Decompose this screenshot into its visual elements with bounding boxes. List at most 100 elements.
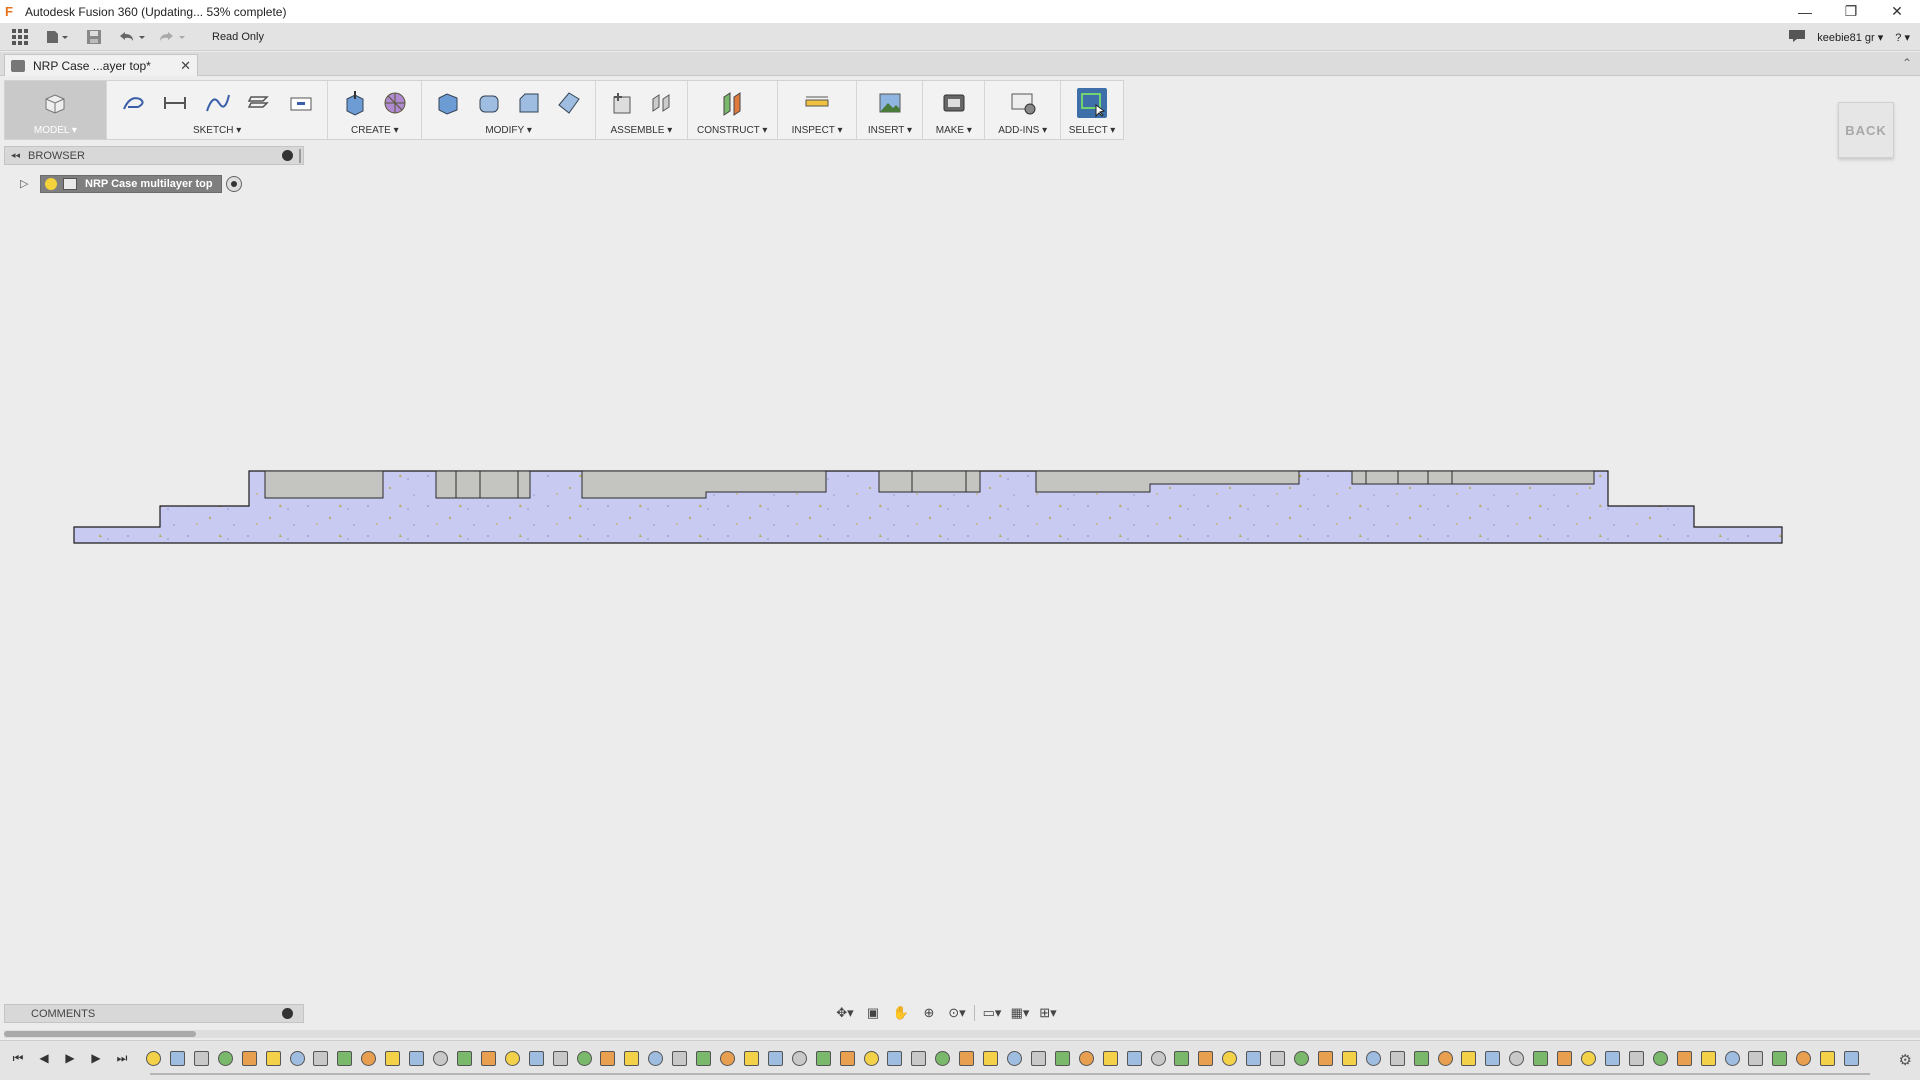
user-account-menu[interactable]: keebie81 gr ▾ bbox=[1817, 31, 1883, 44]
data-panel-grid-icon[interactable] bbox=[0, 23, 40, 51]
timeline-feature-icon[interactable] bbox=[911, 1051, 927, 1066]
timeline-feature-icon[interactable] bbox=[576, 1051, 592, 1066]
zoom-icon[interactable]: ⊕ bbox=[918, 1004, 940, 1022]
timeline-feature-icon[interactable] bbox=[696, 1051, 712, 1066]
timeline-feature-icon[interactable] bbox=[1509, 1051, 1525, 1066]
timeline-feature-icon[interactable] bbox=[1628, 1051, 1644, 1066]
press-pull-icon[interactable] bbox=[433, 88, 463, 118]
timeline-feature-icon[interactable] bbox=[1652, 1051, 1668, 1066]
timeline-feature-icon[interactable] bbox=[1365, 1051, 1381, 1066]
timeline-feature-icon[interactable] bbox=[983, 1051, 999, 1066]
timeline-feature-icon[interactable] bbox=[1030, 1051, 1046, 1066]
timeline-settings-gear-icon[interactable]: ⚙ bbox=[1899, 1051, 1912, 1069]
timeline-feature-icon[interactable] bbox=[1222, 1051, 1238, 1066]
sketch-menu-label[interactable]: SKETCH ▾ bbox=[107, 125, 328, 136]
line-icon[interactable] bbox=[160, 88, 190, 118]
timeline-feature-icon[interactable] bbox=[1174, 1051, 1190, 1066]
construct-menu-label[interactable]: CONSTRUCT ▾ bbox=[688, 125, 777, 136]
visibility-bulb-icon[interactable] bbox=[45, 178, 57, 190]
timeline-scrollbar[interactable] bbox=[4, 1030, 1920, 1038]
chamfer-icon[interactable] bbox=[514, 88, 544, 118]
timeline-feature-icon[interactable] bbox=[839, 1051, 855, 1066]
activate-component-radio[interactable] bbox=[225, 176, 242, 192]
timeline-feature-icon[interactable] bbox=[1054, 1051, 1070, 1066]
timeline-feature-icon[interactable] bbox=[887, 1051, 903, 1066]
scripts-icon[interactable] bbox=[1008, 88, 1038, 118]
step-forward-icon[interactable]: ▶ bbox=[86, 1049, 106, 1067]
go-to-start-icon[interactable]: ⏮ bbox=[8, 1049, 28, 1067]
timeline-feature-icon[interactable] bbox=[1533, 1051, 1549, 1066]
timeline-feature-icon[interactable] bbox=[791, 1051, 807, 1066]
timeline-feature-icon[interactable] bbox=[767, 1051, 783, 1066]
timeline-feature-icon[interactable] bbox=[1748, 1051, 1764, 1066]
timeline-feature-icon[interactable] bbox=[265, 1051, 281, 1066]
fillet-icon[interactable] bbox=[474, 88, 504, 118]
timeline-feature-icon[interactable] bbox=[1341, 1051, 1357, 1066]
timeline-feature-icon[interactable] bbox=[1557, 1051, 1573, 1066]
create-sketch-icon[interactable] bbox=[119, 88, 149, 118]
timeline-feature-icon[interactable] bbox=[409, 1051, 425, 1066]
insert-menu-label[interactable]: INSERT ▾ bbox=[857, 125, 922, 136]
timeline-feature-icon[interactable] bbox=[1724, 1051, 1740, 1066]
timeline-feature-icon[interactable] bbox=[1102, 1051, 1118, 1066]
scrollbar-thumb[interactable] bbox=[4, 1031, 196, 1037]
insert-image-icon[interactable] bbox=[875, 88, 905, 118]
redo-icon[interactable] bbox=[152, 23, 192, 51]
help-menu[interactable]: ? ▾ bbox=[1895, 31, 1910, 44]
minimize-button[interactable]: — bbox=[1782, 0, 1828, 23]
timeline-feature-icon[interactable] bbox=[600, 1051, 616, 1066]
orbit-icon[interactable]: ✥▾ bbox=[834, 1004, 856, 1022]
joint-icon[interactable] bbox=[646, 88, 676, 118]
timeline-feature-icon[interactable] bbox=[1485, 1051, 1501, 1066]
timeline-feature-icon[interactable] bbox=[672, 1051, 688, 1066]
timeline-feature-icon[interactable] bbox=[361, 1051, 377, 1066]
timeline-feature-icon[interactable] bbox=[1246, 1051, 1262, 1066]
close-window-button[interactable]: ✕ bbox=[1874, 0, 1920, 23]
spline-icon[interactable] bbox=[202, 88, 232, 118]
close-tab-icon[interactable]: ✕ bbox=[180, 58, 191, 74]
viewports-icon[interactable]: ⊞▾ bbox=[1037, 1004, 1059, 1022]
job-status-icon[interactable] bbox=[1789, 29, 1806, 45]
grid-settings-icon[interactable]: ▦▾ bbox=[1009, 1004, 1031, 1022]
timeline-feature-icon[interactable] bbox=[169, 1051, 185, 1066]
offset-plane-icon[interactable] bbox=[717, 88, 747, 118]
look-at-icon[interactable]: ▣ bbox=[862, 1004, 884, 1022]
timeline-feature-icon[interactable] bbox=[1078, 1051, 1094, 1066]
collapse-browser-icon[interactable]: ◂◂ bbox=[11, 150, 20, 161]
timeline-feature-icon[interactable] bbox=[815, 1051, 831, 1066]
timeline-feature-icon[interactable] bbox=[959, 1051, 975, 1066]
timeline-feature-icon[interactable] bbox=[720, 1051, 735, 1066]
canvas-viewport[interactable] bbox=[0, 200, 1920, 1000]
timeline-feature-icon[interactable] bbox=[1796, 1051, 1812, 1066]
timeline-feature-icon[interactable] bbox=[1413, 1051, 1429, 1066]
timeline-feature-icon[interactable] bbox=[1294, 1051, 1309, 1066]
timeline-feature-icon[interactable] bbox=[624, 1051, 640, 1066]
timeline-feature-icon[interactable] bbox=[1126, 1051, 1142, 1066]
timeline-feature-icon[interactable] bbox=[648, 1051, 664, 1066]
fit-icon[interactable]: ⊙▾ bbox=[946, 1004, 968, 1022]
back-button[interactable]: BACK bbox=[1838, 102, 1894, 158]
collapse-toolbar-icon[interactable]: ⌃ bbox=[1902, 56, 1912, 70]
file-menu-icon[interactable] bbox=[40, 23, 76, 51]
step-back-icon[interactable]: ◀ bbox=[34, 1049, 54, 1067]
timeline-feature-icon[interactable] bbox=[217, 1051, 233, 1066]
3d-print-icon[interactable] bbox=[939, 88, 969, 118]
timeline-feature-icon[interactable] bbox=[1270, 1051, 1286, 1066]
extrude-icon[interactable] bbox=[340, 88, 370, 118]
stop-sketch-icon[interactable] bbox=[286, 88, 316, 118]
undo-icon[interactable] bbox=[112, 23, 152, 51]
workspace-switcher[interactable]: MODEL ▾ bbox=[5, 81, 107, 139]
timeline-feature-icon[interactable] bbox=[1198, 1051, 1214, 1066]
timeline-feature-icon[interactable] bbox=[385, 1051, 401, 1066]
timeline-feature-icon[interactable] bbox=[1676, 1051, 1692, 1066]
select-menu-label[interactable]: SELECT ▾ bbox=[1061, 125, 1123, 136]
expand-arrow-icon[interactable]: ▷ bbox=[20, 177, 32, 191]
timeline-feature-icon[interactable] bbox=[1389, 1051, 1405, 1066]
measure-icon[interactable] bbox=[802, 88, 832, 118]
add-comment-icon[interactable] bbox=[282, 1008, 293, 1019]
pan-icon[interactable]: ✋ bbox=[890, 1004, 912, 1022]
timeline-feature-icon[interactable] bbox=[1007, 1051, 1022, 1066]
timeline-feature-icon[interactable] bbox=[456, 1051, 472, 1066]
timeline-feature-icon[interactable] bbox=[480, 1051, 496, 1066]
timeline-feature-icon[interactable] bbox=[1437, 1051, 1453, 1066]
